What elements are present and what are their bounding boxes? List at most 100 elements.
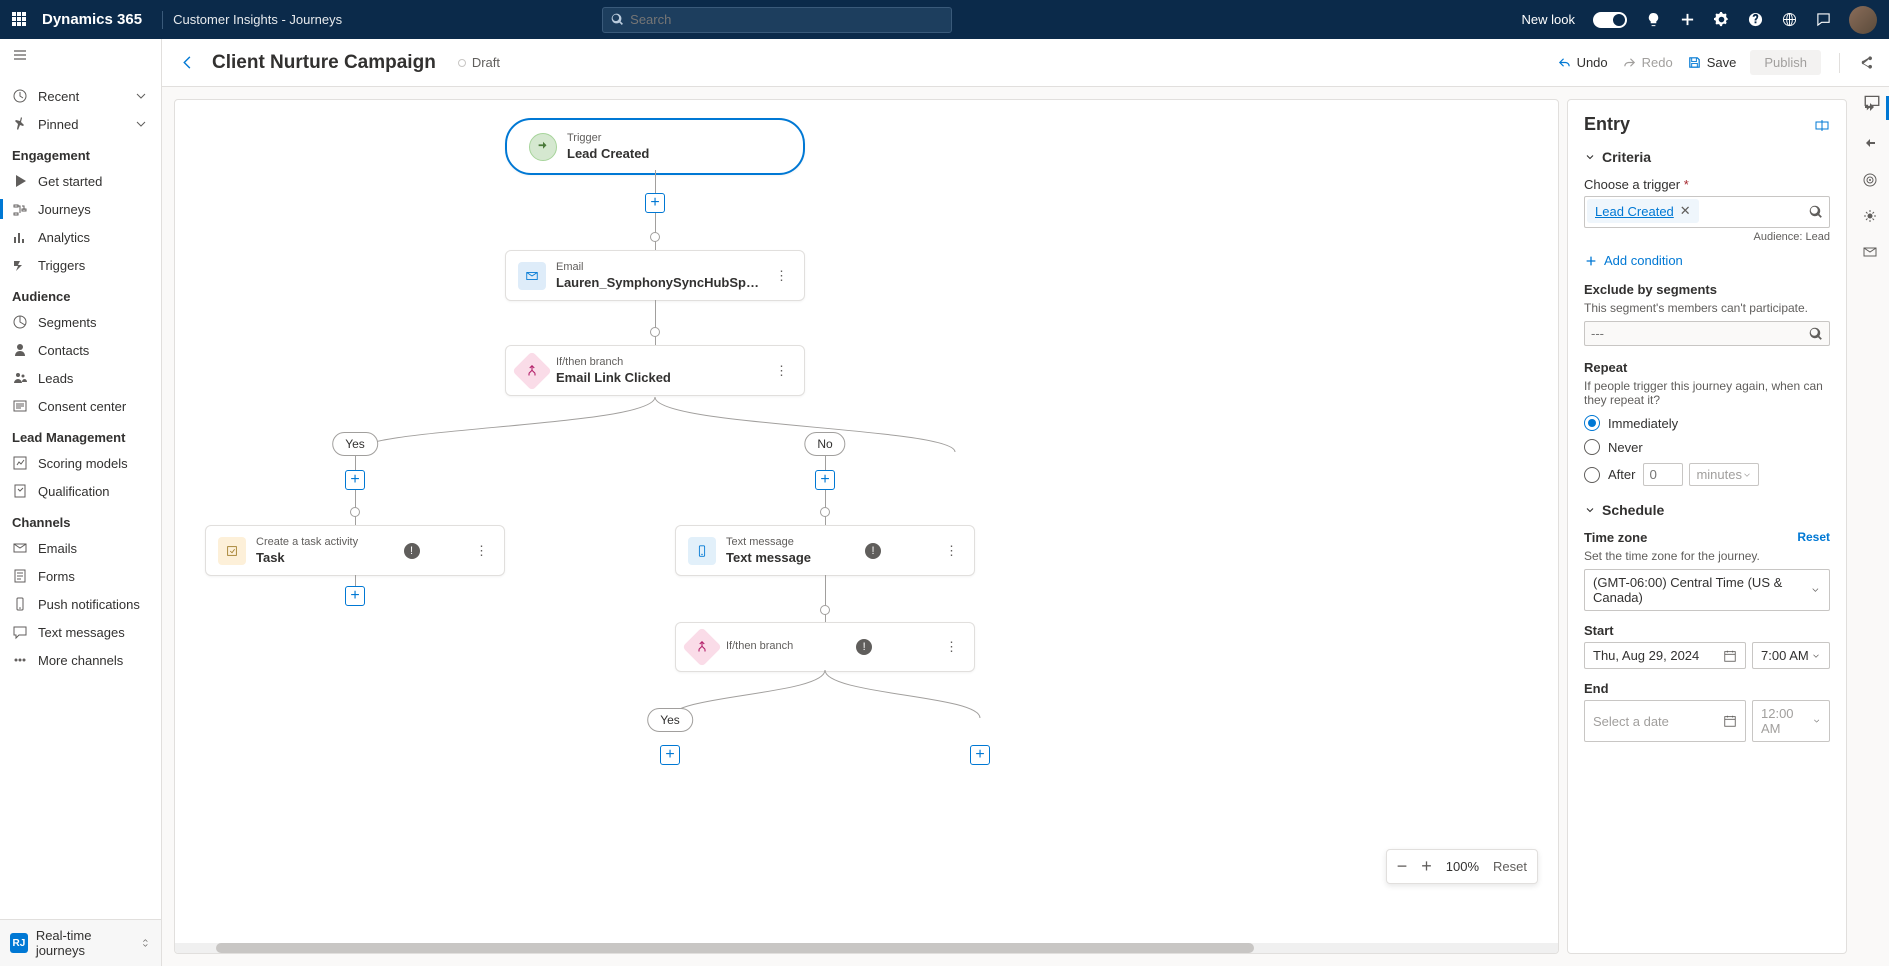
app-launcher[interactable] (12, 12, 28, 28)
sidebar-scoring[interactable]: Scoring models (0, 449, 161, 477)
rail-email-icon[interactable] (1861, 243, 1879, 261)
chevron-down-icon (1812, 716, 1821, 726)
sidebar-analytics[interactable]: Analytics (0, 223, 161, 251)
journey-canvas[interactable]: TriggerLead Created + EmailLauren_Sympho… (174, 99, 1559, 954)
section-criteria[interactable]: Criteria (1584, 149, 1830, 165)
timezone-reset-link[interactable]: Reset (1797, 530, 1830, 544)
connector-circle[interactable] (820, 507, 830, 517)
add-step-button[interactable]: + (345, 470, 365, 490)
add-condition-button[interactable]: Add condition (1584, 253, 1830, 268)
end-time-input[interactable]: 12:00 AM (1752, 700, 1830, 742)
end-date-input[interactable]: Select a date (1584, 700, 1746, 742)
after-unit-select[interactable]: minutes (1689, 463, 1759, 486)
sidebar-segments[interactable]: Segments (0, 308, 161, 336)
connector-circle[interactable] (350, 507, 360, 517)
add-step-button[interactable]: + (815, 470, 835, 490)
sidebar-journeys[interactable]: Journeys (0, 195, 161, 223)
rail-settings-icon[interactable] (1861, 207, 1879, 225)
after-value-input[interactable] (1643, 463, 1683, 486)
branch-no-label[interactable]: No (804, 432, 845, 456)
save-button[interactable]: Save (1687, 55, 1737, 70)
trigger-link[interactable]: Lead Created (1595, 204, 1674, 219)
sidebar-emails[interactable]: Emails (0, 534, 161, 562)
sidebar-consent[interactable]: Consent center (0, 392, 161, 420)
sidebar-contacts[interactable]: Contacts (0, 336, 161, 364)
hamburger-icon[interactable] (0, 39, 161, 74)
start-date-input[interactable]: Thu, Aug 29, 2024 (1584, 642, 1746, 669)
rail-goal-icon[interactable] (1861, 171, 1879, 189)
sidebar-more[interactable]: More channels (0, 646, 161, 674)
node-trigger[interactable]: TriggerLead Created (505, 118, 805, 175)
search-icon[interactable] (1809, 205, 1823, 219)
node-menu-icon[interactable]: ⋮ (771, 363, 792, 379)
back-button[interactable] (178, 55, 198, 70)
start-time-input[interactable]: 7:00 AM (1752, 642, 1830, 669)
chevron-down-icon (133, 116, 149, 132)
node-menu-icon[interactable]: ⋮ (771, 268, 792, 284)
chevron-down-icon (133, 88, 149, 104)
sidebar-qualification[interactable]: Qualification (0, 477, 161, 505)
remove-trigger-icon[interactable]: ✕ (1680, 203, 1691, 219)
radio-immediately[interactable]: Immediately (1584, 415, 1830, 431)
chevron-down-icon (1810, 584, 1821, 596)
sidebar-triggers[interactable]: Triggers (0, 251, 161, 279)
page-title: Client Nurture Campaign (212, 52, 436, 74)
timezone-label: Time zoneReset (1584, 530, 1830, 545)
undo-button[interactable]: Undo (1557, 55, 1608, 70)
publish-button[interactable]: Publish (1750, 50, 1821, 75)
add-step-button[interactable]: + (970, 745, 990, 765)
newlook-toggle[interactable] (1593, 12, 1627, 28)
radio-never[interactable]: Never (1584, 439, 1830, 455)
add-step-button[interactable]: + (660, 745, 680, 765)
zoom-in-button[interactable]: + (1421, 856, 1432, 877)
trigger-field[interactable]: Lead Created ✕ (1584, 196, 1830, 228)
redo-button[interactable]: Redo (1622, 55, 1673, 70)
add-step-button[interactable]: + (345, 586, 365, 606)
node-branch-1[interactable]: If/then branchEmail Link Clicked ⋮ (505, 345, 805, 396)
sidebar-pinned[interactable]: Pinned (0, 110, 161, 138)
plus-icon[interactable] (1679, 12, 1695, 28)
node-task[interactable]: Create a task activityTask ! ⋮ (205, 525, 505, 576)
node-menu-icon[interactable]: ⋮ (941, 543, 962, 559)
branch-yes-label[interactable]: Yes (332, 432, 378, 456)
radio-after[interactable]: After minutes (1584, 463, 1830, 486)
sidebar-text[interactable]: Text messages (0, 618, 161, 646)
search-input[interactable] (630, 12, 943, 27)
add-step-button[interactable]: + (645, 193, 665, 213)
connector-circle[interactable] (650, 327, 660, 337)
zoom-reset-button[interactable]: Reset (1493, 859, 1527, 874)
rename-icon[interactable] (1814, 117, 1830, 133)
sidebar-push[interactable]: Push notifications (0, 590, 161, 618)
branch-yes-label[interactable]: Yes (647, 708, 693, 732)
area-switcher[interactable]: RJ Real-time journeys (0, 919, 161, 966)
share-icon[interactable] (1858, 55, 1873, 70)
node-menu-icon[interactable]: ⋮ (471, 543, 492, 559)
task-node-icon (218, 537, 246, 565)
sidebar-forms[interactable]: Forms (0, 562, 161, 590)
node-branch-2[interactable]: If/then branch ! ⋮ (675, 622, 975, 672)
help-icon[interactable] (1747, 12, 1763, 28)
exclude-desc: This segment's members can't participate… (1584, 301, 1830, 315)
sidebar-leads[interactable]: Leads (0, 364, 161, 392)
rail-exit-icon[interactable] (1861, 135, 1879, 153)
section-schedule[interactable]: Schedule (1584, 502, 1830, 518)
audience-text: Audience: Lead (1584, 231, 1830, 243)
copilot-button[interactable] (1863, 93, 1881, 114)
global-search[interactable] (602, 7, 952, 33)
zoom-out-button[interactable]: − (1397, 856, 1408, 877)
timezone-select[interactable]: (GMT-06:00) Central Time (US & Canada) (1584, 569, 1830, 611)
node-email[interactable]: EmailLauren_SymphonySyncHubSpot_Market..… (505, 250, 805, 301)
gear-icon[interactable] (1713, 12, 1729, 28)
connector-circle[interactable] (650, 232, 660, 242)
node-menu-icon[interactable]: ⋮ (941, 639, 962, 655)
globe-icon[interactable] (1781, 12, 1797, 28)
sidebar-getstarted[interactable]: Get started (0, 167, 161, 195)
sidebar-recent[interactable]: Recent (0, 82, 161, 110)
chat-icon[interactable] (1815, 12, 1831, 28)
exclude-label: Exclude by segments (1584, 282, 1830, 297)
connector-circle[interactable] (820, 605, 830, 615)
node-text[interactable]: Text messageText message ! ⋮ (675, 525, 975, 576)
avatar[interactable] (1849, 6, 1877, 34)
exclude-input[interactable] (1584, 321, 1830, 346)
lightbulb-icon[interactable] (1645, 12, 1661, 28)
